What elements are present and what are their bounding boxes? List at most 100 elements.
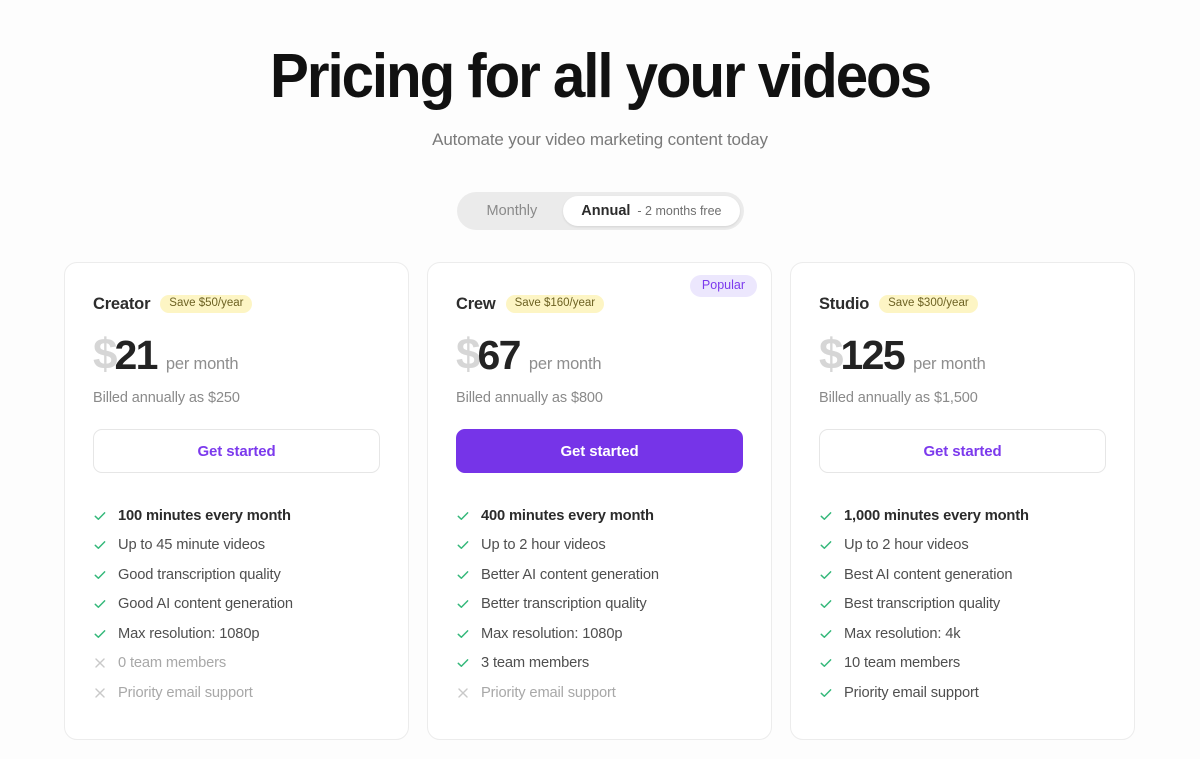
check-icon xyxy=(820,541,832,550)
pricing-card-list: Creator Save $50/year $21 per month Billed a… xyxy=(64,262,1136,740)
feature-item: 1,000 minutes every month xyxy=(819,501,1106,531)
feature-item: Priority email support xyxy=(93,678,380,708)
feature-label: 1,000 minutes every month xyxy=(844,507,1029,524)
feature-label: Priority email support xyxy=(118,684,253,701)
check-icon xyxy=(820,570,832,579)
plan-name: Crew xyxy=(456,294,496,313)
check-icon xyxy=(820,511,832,520)
currency-symbol: $ xyxy=(93,330,118,379)
feature-label: Best AI content generation xyxy=(844,566,1013,583)
check-icon xyxy=(94,629,106,638)
feature-label: Good AI content generation xyxy=(118,596,293,613)
pricing-card: Creator Save $50/year $21 per month Billed a… xyxy=(64,262,409,740)
feature-item: Better transcription quality xyxy=(456,590,743,620)
cross-icon xyxy=(95,658,105,668)
get-started-button[interactable]: Get started xyxy=(819,429,1106,473)
currency-symbol: $ xyxy=(456,330,481,379)
price-period: per month xyxy=(165,355,239,373)
billing-toggle[interactable]: Monthly Annual - 2 months free xyxy=(456,192,744,231)
feature-list: 1,000 minutes every month Up to 2 hour vi… xyxy=(819,501,1106,708)
check-icon xyxy=(94,600,106,609)
price-amount: 67 xyxy=(477,332,521,378)
pricing-card: Studio Save $300/year $125 per month Billed … xyxy=(790,262,1135,740)
feature-item: 0 team members xyxy=(93,649,380,679)
toggle-option-monthly[interactable]: Monthly xyxy=(461,196,564,226)
check-icon xyxy=(820,600,832,609)
billed-annually-note: Billed annually as $800 xyxy=(456,390,603,406)
price-period: per month xyxy=(913,355,986,373)
feature-label: Up to 2 hour videos xyxy=(844,537,969,554)
save-badge: Save $160/year xyxy=(505,294,605,314)
feature-item: Max resolution: 1080p xyxy=(93,619,380,649)
toggle-option-monthly-label: Monthly xyxy=(486,203,538,220)
popular-badge: Popular xyxy=(689,275,757,297)
feature-item: Max resolution: 1080p xyxy=(456,619,743,649)
feature-label: Priority email support xyxy=(844,684,979,701)
currency-symbol: $ xyxy=(819,330,844,379)
check-icon xyxy=(94,511,106,520)
feature-item: Best AI content generation xyxy=(819,560,1106,590)
feature-item: Best transcription quality xyxy=(819,590,1106,620)
feature-label: 100 minutes every month xyxy=(118,507,291,524)
plan-name: Studio xyxy=(819,294,870,313)
check-icon xyxy=(94,570,106,579)
feature-item: Up to 2 hour videos xyxy=(456,531,743,561)
plan-name: Creator xyxy=(93,294,151,313)
get-started-button[interactable]: Get started xyxy=(456,429,743,473)
feature-label: 0 team members xyxy=(118,655,227,672)
feature-item: Priority email support xyxy=(456,678,743,708)
check-icon xyxy=(457,629,469,638)
feature-item: Up to 45 minute videos xyxy=(93,531,380,561)
feature-label: Better AI content generation xyxy=(481,566,659,583)
check-icon xyxy=(820,629,832,638)
feature-list: 400 minutes every month Up to 2 hour vide… xyxy=(456,501,743,708)
toggle-option-annual-label: Annual xyxy=(581,203,631,220)
feature-label: Priority email support xyxy=(481,684,616,701)
plan-header: Creator Save $50/year xyxy=(93,293,380,315)
feature-item: Good transcription quality xyxy=(93,560,380,590)
save-badge: Save $300/year xyxy=(879,294,978,314)
check-icon xyxy=(457,659,469,668)
price-amount: 21 xyxy=(114,332,158,378)
feature-item: Up to 2 hour videos xyxy=(819,531,1106,561)
feature-label: 400 minutes every month xyxy=(481,507,654,524)
get-started-button[interactable]: Get started xyxy=(93,429,380,473)
toggle-option-annual-note: - 2 months free xyxy=(637,204,722,219)
feature-item: Priority email support xyxy=(819,678,1106,708)
feature-item: Max resolution: 4k xyxy=(819,619,1106,649)
toggle-option-annual[interactable]: Annual - 2 months free xyxy=(563,196,740,227)
feature-label: Max resolution: 1080p xyxy=(118,625,260,642)
feature-label: Good transcription quality xyxy=(118,566,281,583)
feature-item: 100 minutes every month xyxy=(93,501,380,531)
feature-label: Max resolution: 1080p xyxy=(481,625,623,642)
feature-list: 100 minutes every month Up to 45 minute v… xyxy=(93,501,380,708)
pricing-card: Popular Crew Save $160/year $67 per month Bil… xyxy=(427,262,772,740)
billed-annually-note: Billed annually as $1,500 xyxy=(819,390,978,406)
check-icon xyxy=(820,659,832,668)
page-header: Pricing for all your videos Automate you… xyxy=(0,0,1200,150)
feature-item: 10 team members xyxy=(819,649,1106,679)
check-icon xyxy=(820,688,832,697)
plan-header: Studio Save $300/year xyxy=(819,293,1106,315)
page-subtitle: Automate your video marketing content to… xyxy=(432,130,768,150)
plan-price: $21 per month xyxy=(93,333,380,377)
feature-item: 400 minutes every month xyxy=(456,501,743,531)
check-icon xyxy=(457,541,469,550)
cross-icon xyxy=(458,688,468,698)
feature-item: Better AI content generation xyxy=(456,560,743,590)
feature-item: 3 team members xyxy=(456,649,743,679)
plan-price: $67 per month xyxy=(456,333,743,377)
plan-price: $125 per month xyxy=(819,333,1106,377)
feature-label: Max resolution: 4k xyxy=(844,625,961,642)
feature-label: Up to 2 hour videos xyxy=(481,537,606,554)
feature-label: 10 team members xyxy=(844,655,961,672)
feature-label: Better transcription quality xyxy=(481,596,647,613)
feature-item: Good AI content generation xyxy=(93,590,380,620)
price-period: per month xyxy=(528,355,602,373)
check-icon xyxy=(457,511,469,520)
feature-label: Best transcription quality xyxy=(844,596,1001,613)
cross-icon xyxy=(95,688,105,698)
pricing-page: Pricing for all your videos Automate you… xyxy=(0,0,1200,759)
price-amount: 125 xyxy=(840,332,905,378)
check-icon xyxy=(457,600,469,609)
